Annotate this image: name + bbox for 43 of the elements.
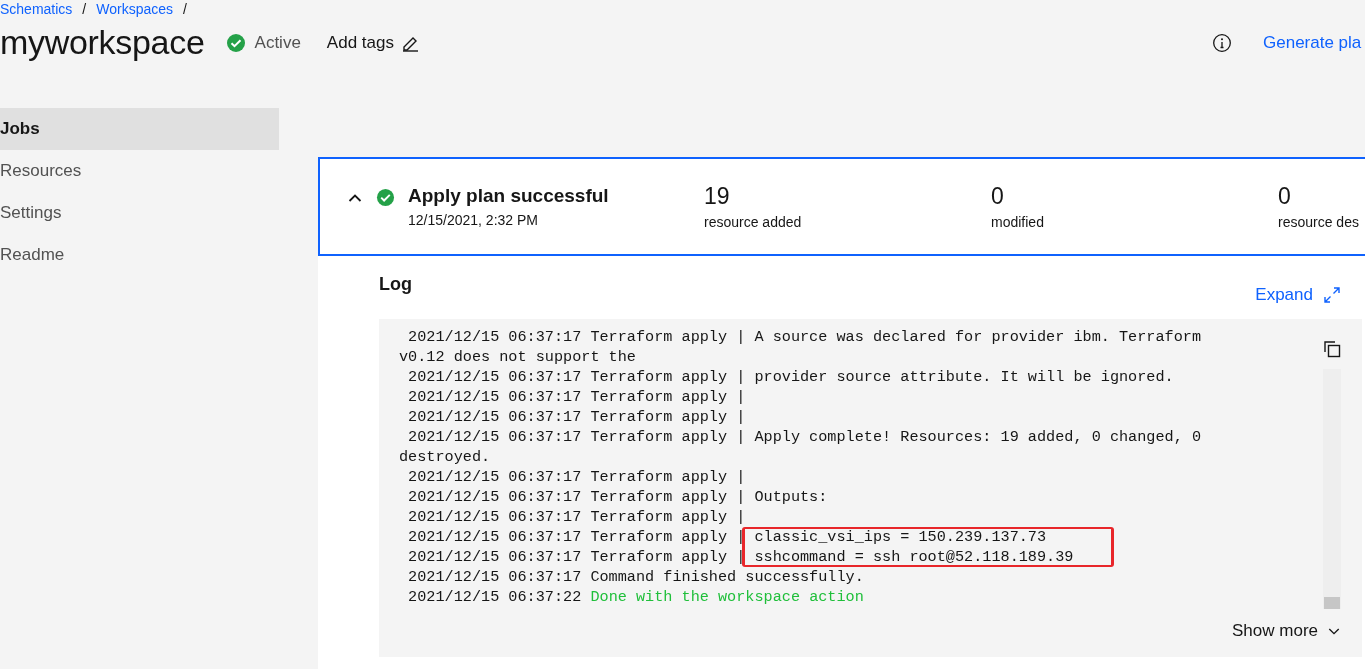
sidebar-item[interactable]: Jobs	[0, 108, 279, 150]
add-tags-button[interactable]: Add tags	[326, 32, 420, 53]
workspace-title: myworkspace	[0, 23, 205, 62]
job-card[interactable]: Apply plan successful 12/15/2021, 2:32 PM 19 resource added 0 modified 0 resource des	[318, 157, 1365, 256]
breadcrumb-link[interactable]: Schematics	[0, 1, 73, 17]
sidebar-item[interactable]: Resources	[0, 150, 279, 192]
breadcrumb-separator: /	[183, 1, 187, 17]
log-line: 2021/12/15 06:37:17 Terraform apply | Outputs:	[407, 487, 829, 507]
log-line: 2021/12/15 06:37:17 Terraform apply |	[407, 387, 747, 407]
breadcrumb-link[interactable]: Workspaces	[96, 1, 174, 17]
stat-label: resource added	[704, 214, 803, 230]
stat-value: 19	[704, 183, 731, 210]
log-line: 2021/12/15 06:37:17 Terraform apply | A source was declared for provider ibm. Terraform v0.12 does not support the	[399, 327, 1203, 367]
status-label: Active	[254, 32, 301, 53]
log-line: 2021/12/15 06:37:22	[408, 588, 582, 606]
stat-label: modified	[991, 214, 1045, 230]
log-line: 2021/12/15 06:37:17 Terraform apply | provider source attribute. It will be ignored.	[407, 367, 1175, 387]
log-line: 2021/12/15 06:37:17 Command finished successfully.	[407, 567, 865, 587]
log-success-message: Done with the workspace action	[590, 588, 864, 606]
show-more-button[interactable]: Show more	[1232, 621, 1340, 641]
generate-plan-link[interactable]: Generate pla	[1263, 32, 1365, 53]
info-icon[interactable]	[1212, 32, 1232, 53]
maximize-icon	[1322, 285, 1342, 305]
chevron-up-icon[interactable]	[348, 193, 362, 203]
log-title: Log	[379, 274, 412, 295]
job-time: 12/15/2021, 2:32 PM	[408, 212, 539, 228]
sidebar-item[interactable]: Settings	[0, 192, 279, 234]
log-line: 2021/12/15 06:37:17 Terraform apply | classic_vsi_ips = 150.239.137.73	[399, 527, 1220, 547]
log-line: 2021/12/15 06:37:17 Terraform apply |	[407, 467, 747, 487]
job-title: Apply plan successful	[408, 185, 609, 207]
stat-value: 0	[991, 183, 1005, 210]
log-line: 2021/12/15 06:37:17 Terraform apply | sshcommand = ssh root@52.118.189.39	[399, 547, 1220, 567]
chevron-down-icon	[1328, 626, 1340, 636]
sidebar-item[interactable]: Readme	[0, 234, 279, 276]
expand-link[interactable]: Expand	[1255, 285, 1342, 305]
scrollbar[interactable]	[1323, 369, 1341, 609]
log-line: 2021/12/15 06:37:17 Terraform apply |	[407, 407, 747, 427]
log-line: 2021/12/15 06:37:17 Terraform apply |	[407, 507, 747, 527]
copy-icon[interactable]	[1322, 339, 1342, 359]
breadcrumb-separator: /	[82, 1, 87, 17]
stat-value: 0	[1278, 183, 1292, 210]
stat-label: resource des	[1278, 214, 1360, 230]
log-line: 2021/12/15 06:37:17 Terraform apply | Apply complete! Resources: 19 added, 0 changed, 0 destroyed.	[399, 427, 1203, 467]
